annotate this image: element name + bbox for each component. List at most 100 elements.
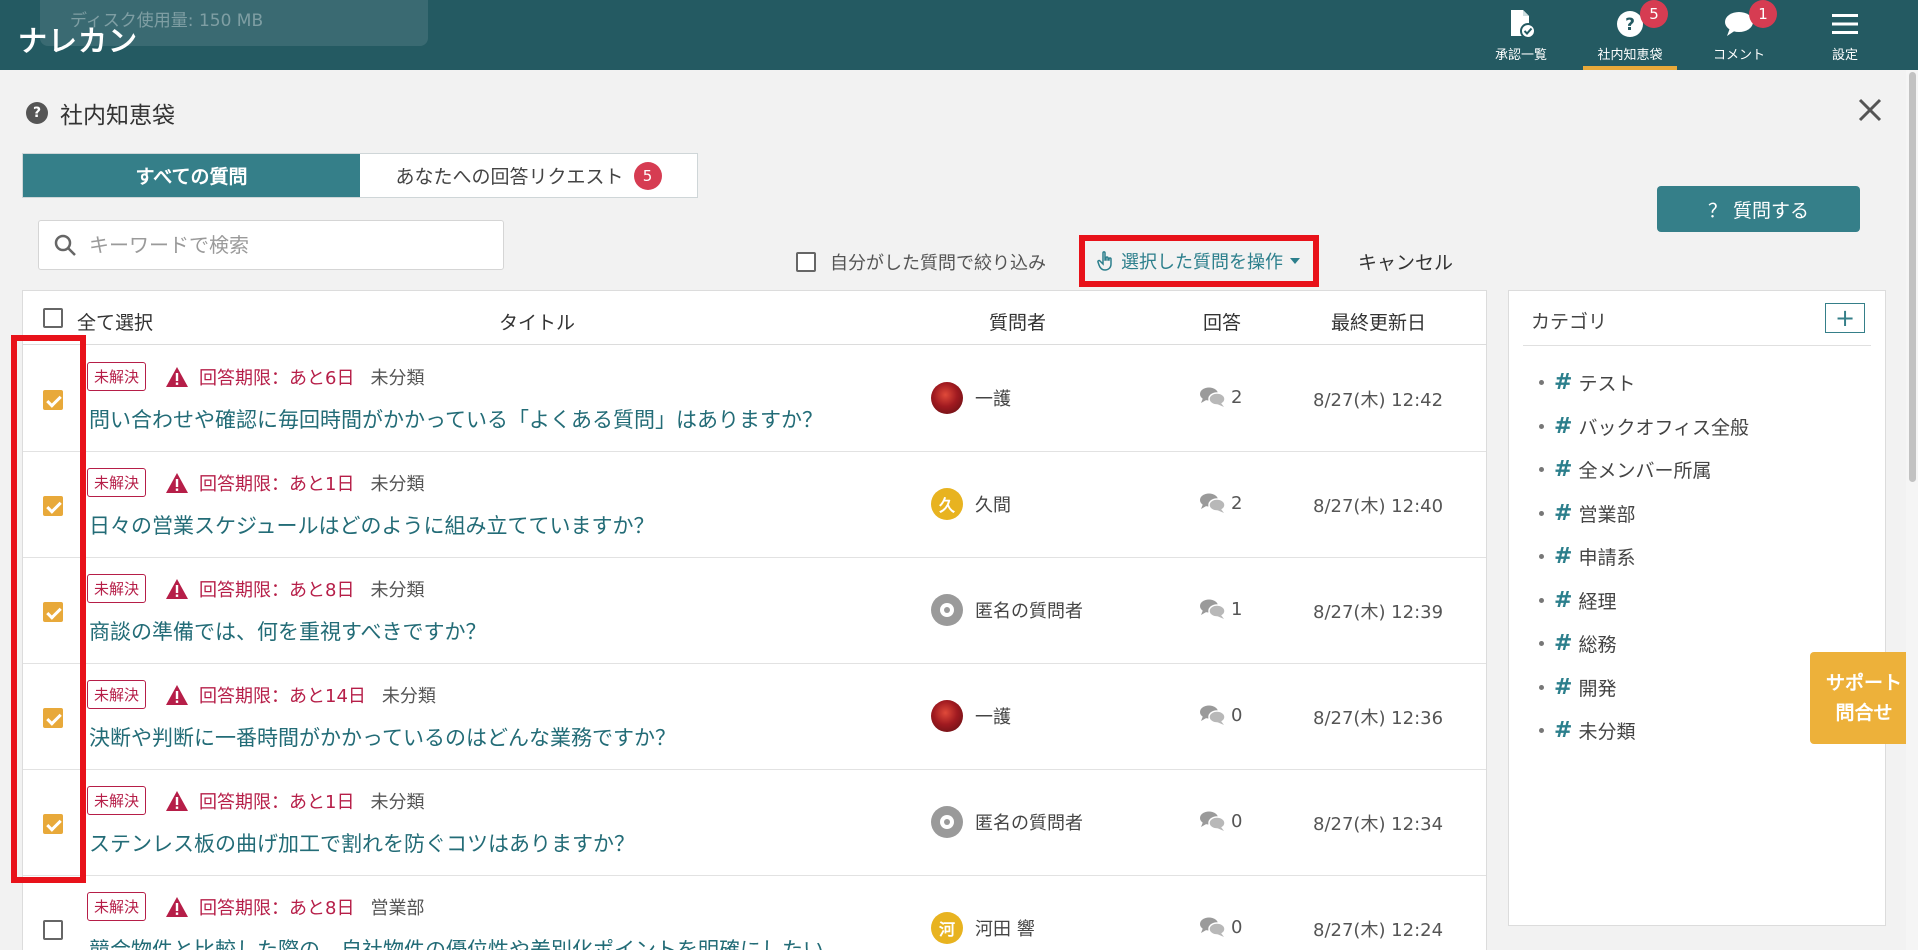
ask-question-button[interactable]: ？ 質問する — [1657, 186, 1860, 232]
table-row[interactable]: 未解決 回答期限：あと14日 未分類 決断や判断に一番時間がかかっているのはどんな業務… — [23, 664, 1486, 770]
category-item[interactable]: # テスト — [1539, 369, 1635, 396]
row-checkbox[interactable] — [43, 920, 63, 940]
category-item[interactable]: # 未分類 — [1539, 717, 1635, 744]
tab-answer-requests[interactable]: あなたへの回答リクエスト 5 — [360, 154, 697, 197]
hashtag-icon: # — [1554, 500, 1573, 526]
asker: 一護 — [931, 382, 1011, 414]
nav-settings[interactable]: 設定 — [1790, 0, 1900, 70]
warning-icon — [166, 367, 188, 387]
answer-count-value: 0 — [1231, 916, 1243, 938]
tab-all-questions[interactable]: すべての質問 — [23, 154, 360, 197]
operate-selected-label: 選択した質問を操作 — [1121, 252, 1283, 273]
question-title-link[interactable]: ステンレス板の曲げ加工で割れを防ぐコツはありますか？ — [89, 828, 635, 858]
category-label: 営業部 — [1578, 503, 1636, 526]
support-line1: サポート — [1825, 672, 1902, 694]
speech-bubble-icon: 1 — [1723, 0, 1777, 40]
close-icon — [1858, 98, 1882, 122]
nav-knowledge-bag[interactable]: ? 5 社内知恵袋 — [1575, 0, 1685, 70]
asker-name: 匿名の質問者 — [975, 601, 1083, 622]
category-item[interactable]: # 開発 — [1539, 674, 1616, 701]
hamburger-menu-icon — [1829, 8, 1861, 40]
comments-icon — [1200, 599, 1226, 619]
close-button[interactable] — [1850, 90, 1890, 130]
status-badge: 未解決 — [87, 680, 147, 709]
filter-checkbox[interactable] — [796, 252, 816, 272]
category-item[interactable]: # 申請系 — [1539, 543, 1635, 570]
avatar: 久 — [931, 488, 963, 520]
category-divider — [1523, 345, 1871, 346]
deadline-info: 回答期限：あと8日 未分類 — [165, 576, 424, 602]
question-title-link[interactable]: 問い合わせや確認に毎回時間がかかっている「よくある質問」はありますか？ — [89, 404, 823, 434]
answer-count: 2 — [1199, 386, 1242, 408]
bullet-icon — [1539, 728, 1544, 733]
search-icon — [54, 234, 76, 256]
avatar — [931, 700, 963, 732]
cancel-button[interactable]: キャンセル — [1358, 248, 1453, 275]
page-scrollbar[interactable] — [1906, 70, 1918, 950]
updated-date: 8/27(木) 12:39 — [1313, 602, 1444, 623]
table-row[interactable]: 未解決 回答期限：あと1日 未分類 日々の営業スケジュールはどのように組み立てています… — [23, 452, 1486, 558]
nav-settings-label: 設定 — [1831, 48, 1858, 63]
category-panel: カテゴリ + # テスト # バックオフィス全般 # 全メンバー所属 # 営業部 # 申請系 # 経理… — [1508, 290, 1886, 926]
category-item[interactable]: # 経理 — [1539, 587, 1616, 614]
answer-count: 2 — [1199, 492, 1242, 514]
updated-date: 8/27(木) 12:36 — [1313, 708, 1444, 729]
operate-selected-button[interactable]: 選択した質問を操作 — [1079, 235, 1319, 287]
select-all-checkbox[interactable] — [43, 308, 63, 328]
scroll-thumb[interactable] — [1909, 72, 1916, 482]
avatar-initial: 河 — [938, 920, 955, 939]
status-badge: 未解決 — [87, 362, 147, 391]
page-title-text: 社内知恵袋 — [60, 103, 175, 129]
app-logo[interactable]: ナレカン — [18, 18, 138, 60]
nav-approval-list[interactable]: 承認一覧 — [1466, 0, 1576, 70]
status-badge: 未解決 — [87, 574, 147, 603]
row-category: 未分類 — [381, 686, 436, 707]
answer-count-value: 0 — [1231, 810, 1243, 832]
comments-icon — [1200, 493, 1226, 513]
category-item[interactable]: # バックオフィス全般 — [1539, 413, 1749, 440]
warning-icon — [166, 897, 188, 917]
category-item[interactable]: # 総務 — [1539, 630, 1616, 657]
search-input[interactable] — [89, 233, 479, 257]
question-title-link[interactable]: 商談の準備では、何を重視すべきですか？ — [89, 616, 487, 646]
avatar — [931, 594, 963, 626]
deadline-info: 回答期限：あと6日 未分類 — [165, 364, 424, 390]
hashtag-icon: # — [1554, 457, 1573, 482]
avatar — [931, 382, 963, 414]
page-title: ? 社内知恵袋 — [26, 96, 175, 130]
question-title-link[interactable]: 決断や判断に一番時間がかかっているのはどんな業務ですか？ — [89, 722, 676, 752]
deadline-info: 回答期限：あと1日 未分類 — [165, 788, 424, 814]
support-contact-button[interactable]: サポート 問合せ — [1810, 652, 1918, 744]
avatar: 河 — [931, 912, 963, 944]
category-item[interactable]: # 営業部 — [1539, 500, 1635, 527]
nav-knowledge-label: 社内知恵袋 — [1597, 48, 1663, 63]
table-row[interactable]: 未解決 回答期限：あと1日 未分類 ステンレス板の曲げ加工で割れを防ぐコツはありますか… — [23, 770, 1486, 876]
bullet-icon — [1539, 423, 1544, 429]
question-title-link[interactable]: 競合物件と比較した際の、自社物件の優位性や差別化ポイントを明確にしたい — [89, 934, 824, 950]
bullet-icon — [1539, 554, 1544, 559]
selected-checkboxes-highlight — [11, 335, 86, 883]
category-item[interactable]: # 全メンバー所属 — [1539, 456, 1711, 483]
asker-column-header: 質問者 — [989, 312, 1047, 334]
document-check-icon — [1505, 8, 1537, 40]
comments-icon — [1200, 917, 1226, 937]
my-questions-filter[interactable]: 自分がした質問で絞り込み — [796, 249, 1046, 275]
table-row[interactable]: 未解決 回答期限：あと8日 未分類商談の準備では、何を重視すべきですか？ 匿名の質問者… — [23, 558, 1486, 664]
asker: 一護 — [931, 700, 1011, 732]
category-label: テスト — [1578, 373, 1636, 395]
question-tabs: すべての質問 あなたへの回答リクエスト 5 — [22, 153, 698, 198]
table-header: 全て選択 タイトル 質問者 回答 最終更新日 — [23, 291, 1486, 345]
warning-icon — [166, 579, 188, 599]
table-row[interactable]: 未解決 回答期限：あと8日 営業部 競合物件と比較した際の、自社物件の優位性や差別化ポ… — [23, 876, 1486, 950]
updated-date: 8/27(木) 12:34 — [1313, 814, 1444, 835]
nav-comments[interactable]: 1 コメント — [1684, 0, 1794, 70]
add-category-button[interactable]: + — [1825, 303, 1865, 333]
table-row[interactable]: 未解決 回答期限：あと6日 未分類問い合わせや確認に毎回時間がかかっている「よくある… — [23, 346, 1486, 452]
status-badge: 未解決 — [87, 468, 147, 497]
updated-date: 8/27(木) 12:42 — [1313, 390, 1444, 411]
deadline-info: 回答期限：あと8日 営業部 — [165, 894, 424, 920]
hashtag-icon: # — [1554, 413, 1573, 439]
asker-name: 匿名の質問者 — [975, 813, 1083, 834]
question-title-link[interactable]: 日々の営業スケジュールはどのように組み立てていますか？ — [89, 510, 655, 540]
deadline-text: 回答期限：あと8日 — [199, 898, 355, 919]
